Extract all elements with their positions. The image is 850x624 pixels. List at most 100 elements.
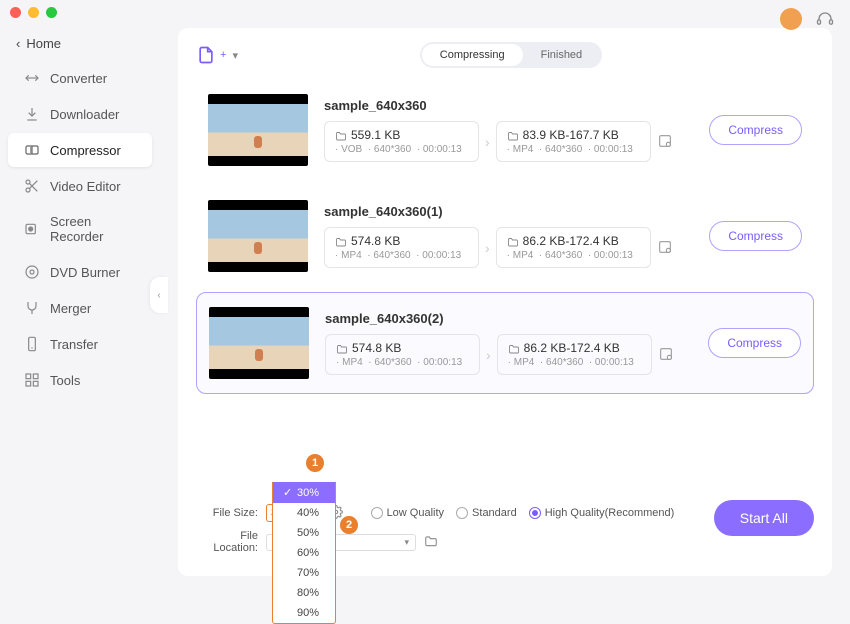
option-label: 30% <box>297 487 319 499</box>
dropdown-option[interactable]: ✓ 30% <box>273 482 335 503</box>
minimize-window-button[interactable] <box>28 7 39 18</box>
thumbnail <box>208 200 308 272</box>
radio-high-quality[interactable]: High Quality(Recommend) <box>529 507 675 519</box>
input-size: 574.8 KB <box>352 341 401 355</box>
radio-low-quality[interactable]: Low Quality <box>371 507 444 519</box>
compress-button[interactable]: Compress <box>709 221 802 251</box>
input-meta: · MP4 · 640*360 · 00:00:13 <box>336 357 469 368</box>
option-label: 50% <box>297 527 319 539</box>
dropdown-option[interactable]: 70% <box>273 563 335 583</box>
radio-low-label: Low Quality <box>387 507 444 519</box>
file-name: sample_640x360 <box>324 98 693 113</box>
compress-button[interactable]: Compress <box>709 115 802 145</box>
record-icon <box>24 221 40 237</box>
output-size: 86.2 KB-172.4 KB <box>523 234 619 248</box>
dropdown-option[interactable]: 90% <box>273 603 335 623</box>
close-window-button[interactable] <box>10 7 21 18</box>
dropdown-option[interactable]: 60% <box>273 543 335 563</box>
annotation-badge-1: 1 <box>306 454 324 472</box>
sidebar-item-label: Screen Recorder <box>50 214 136 244</box>
avatar[interactable] <box>780 8 802 30</box>
output-info-box: 86.2 KB-172.4 KB· MP4 · 640*360 · 00:00:… <box>497 334 652 375</box>
sidebar-item-screen-recorder[interactable]: Screen Recorder <box>8 205 152 253</box>
file-size-label: File Size: <box>196 507 258 519</box>
option-label: 90% <box>297 607 319 619</box>
back-icon: ‹ <box>16 36 20 51</box>
scissors-icon <box>24 178 40 194</box>
arrow-icon: › <box>486 347 491 363</box>
grid-icon <box>24 372 40 388</box>
file-settings-button[interactable] <box>658 346 676 364</box>
check-icon: ✓ <box>283 486 293 499</box>
sidebar-item-downloader[interactable]: Downloader <box>8 97 152 131</box>
sidebar-item-label: Video Editor <box>50 179 121 194</box>
transfer-icon <box>24 336 40 352</box>
sidebar-item-merger[interactable]: Merger <box>8 291 152 325</box>
file-card[interactable]: sample_640x360(1) 574.8 KB · MP4 · 640*36… <box>196 186 814 286</box>
sidebar-item-label: Converter <box>50 71 107 86</box>
file-settings-button[interactable] <box>657 133 675 151</box>
radio-standard-label: Standard <box>472 507 517 519</box>
sidebar-item-label: Downloader <box>50 107 119 122</box>
output-meta: · MP4 · 640*360 · 00:00:13 <box>508 357 641 368</box>
file-card[interactable]: sample_640x360(2) 574.8 KB · MP4 · 640*36… <box>196 292 814 394</box>
sidebar-item-label: Tools <box>50 373 80 388</box>
tab-compressing[interactable]: Compressing <box>422 44 523 66</box>
output-size: 83.9 KB-167.7 KB <box>523 128 619 142</box>
compress-button[interactable]: Compress <box>708 328 801 358</box>
output-info-box: 86.2 KB-172.4 KB · MP4 · 640*360 · 00:00:… <box>496 227 651 268</box>
arrow-icon: › <box>485 240 490 256</box>
swap-icon <box>24 70 40 86</box>
radio-standard[interactable]: Standard <box>456 507 517 519</box>
chevron-down-icon: ▾ <box>232 49 238 62</box>
option-label: 40% <box>297 507 319 519</box>
dropdown-option[interactable]: 80% <box>273 583 335 603</box>
option-label: 60% <box>297 547 319 559</box>
file-list: sample_640x360 559.1 KB · VOB · 640*360 ·… <box>196 80 814 494</box>
main-area: ‹ + ▾ Compressing Finished sample_640x36… <box>160 0 850 590</box>
annotation-badge-2: 2 <box>340 516 358 534</box>
file-settings-button[interactable] <box>657 239 675 257</box>
maximize-window-button[interactable] <box>46 7 57 18</box>
dropdown-option[interactable]: 40% <box>273 503 335 523</box>
sidebar: ‹ Home Converter Downloader Compressor Vide… <box>0 0 160 590</box>
sidebar-item-dvd-burner[interactable]: DVD Burner <box>8 255 152 289</box>
file-location-label: File Location: <box>196 530 258 554</box>
support-icon[interactable] <box>814 8 836 30</box>
sidebar-item-compressor[interactable]: Compressor <box>8 133 152 167</box>
output-meta: · MP4 · 640*360 · 00:00:13 <box>507 144 640 155</box>
output-meta: · MP4 · 640*360 · 00:00:13 <box>507 250 640 261</box>
tab-finished[interactable]: Finished <box>523 44 601 66</box>
start-all-button[interactable]: Start All <box>714 500 814 536</box>
tabs: Compressing Finished <box>420 42 602 68</box>
sidebar-collapse-handle[interactable]: ‹ <box>150 277 168 313</box>
sidebar-item-converter[interactable]: Converter <box>8 61 152 95</box>
sidebar-item-transfer[interactable]: Transfer <box>8 327 152 361</box>
sidebar-item-video-editor[interactable]: Video Editor <box>8 169 152 203</box>
window-controls <box>0 0 67 24</box>
option-label: 80% <box>297 587 319 599</box>
input-size: 559.1 KB <box>351 128 400 142</box>
sidebar-item-tools[interactable]: Tools <box>8 363 152 397</box>
home-button[interactable]: ‹ Home <box>0 28 160 59</box>
input-size: 574.8 KB <box>351 234 400 248</box>
home-label: Home <box>26 36 61 51</box>
file-name: sample_640x360(1) <box>324 204 693 219</box>
dropdown-option[interactable]: 50% <box>273 523 335 543</box>
thumbnail <box>208 94 308 166</box>
file-card[interactable]: sample_640x360 559.1 KB · VOB · 640*360 ·… <box>196 80 814 180</box>
file-name: sample_640x360(2) <box>325 311 692 326</box>
add-file-button[interactable]: + ▾ <box>196 45 238 65</box>
browse-folder-button[interactable] <box>424 535 438 550</box>
compress-icon <box>24 142 40 158</box>
radio-high-label: High Quality(Recommend) <box>545 507 675 519</box>
option-label: 70% <box>297 567 319 579</box>
arrow-icon: › <box>485 134 490 150</box>
file-size-dropdown-menu: ✓ 30% 40% 50% 60% 70% 80% 90% <box>272 482 336 624</box>
merge-icon <box>24 300 40 316</box>
download-icon <box>24 106 40 122</box>
disc-icon <box>24 264 40 280</box>
header-right <box>780 8 836 30</box>
sidebar-item-label: DVD Burner <box>50 265 120 280</box>
input-meta: · VOB · 640*360 · 00:00:13 <box>335 144 468 155</box>
